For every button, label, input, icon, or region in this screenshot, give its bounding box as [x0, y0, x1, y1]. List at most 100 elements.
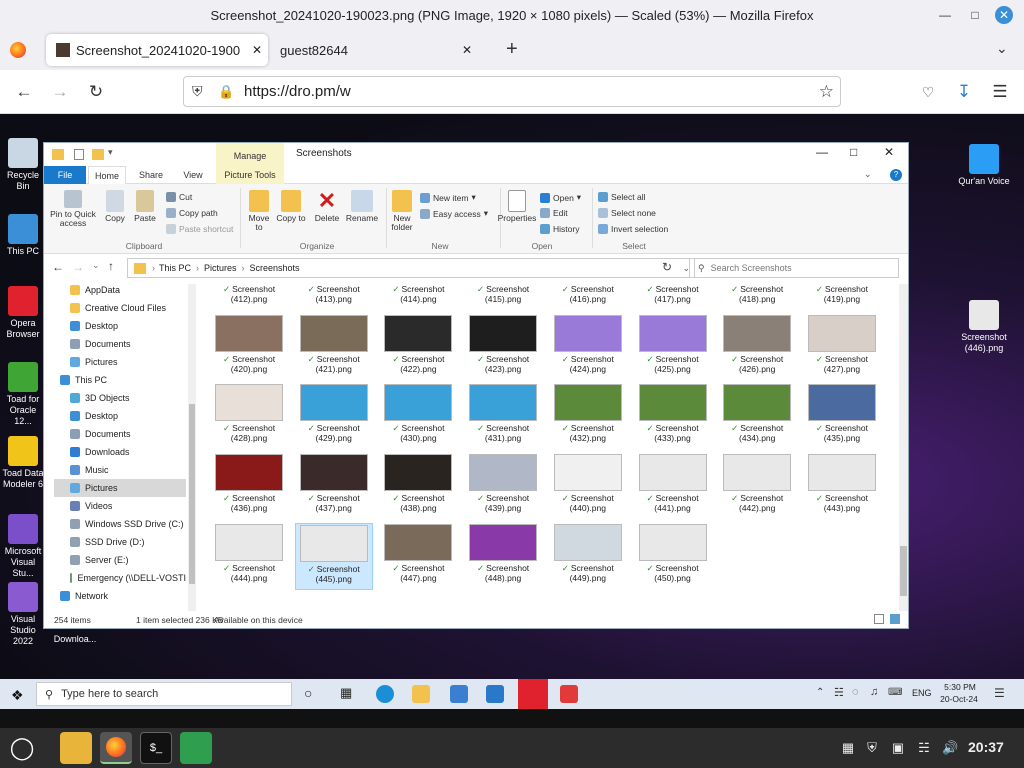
cut-button[interactable]: Cut [166, 192, 192, 202]
terminal-launcher-icon[interactable]: $_ [140, 732, 172, 764]
easy-access-button[interactable]: Easy access ▾ [420, 208, 488, 219]
open-button[interactable]: Open ▾ [540, 192, 581, 203]
desktop-icon[interactable]: Toad Data Modeler 6 [0, 436, 46, 490]
notes-tray-icon[interactable]: ▦ [840, 740, 856, 756]
network-tray-icon[interactable]: ☵ [916, 740, 932, 756]
copy-path-button[interactable]: Copy path [166, 208, 218, 218]
file-item[interactable]: ✓ Screenshot (424).png [549, 314, 627, 381]
large-icons-view-icon[interactable] [890, 614, 900, 624]
file-item[interactable]: ✓ Screenshot (412).png [210, 284, 288, 311]
select-all-button[interactable]: Select all [598, 192, 646, 202]
file-item[interactable]: ✓ Screenshot (430).png [379, 383, 457, 450]
manage-context-tab[interactable]: Manage [216, 143, 284, 166]
shield-launcher-icon[interactable] [180, 732, 212, 764]
list-tabs-chevron-icon[interactable]: ⌄ [996, 40, 1008, 57]
search-placeholder[interactable]: Search Screenshots [711, 263, 792, 273]
file-item[interactable]: ✓ Screenshot (434).png [718, 383, 796, 450]
desktop-icon[interactable]: Toad for Oracle 12... [0, 362, 46, 427]
back-arrow-icon[interactable]: ← [52, 260, 64, 274]
ribbon-tab-file[interactable]: File [44, 166, 86, 184]
desktop-icon[interactable]: Recycle Bin [0, 138, 46, 192]
navigation-scrollbar[interactable] [188, 284, 196, 611]
updates-tray-icon[interactable]: ▣ [890, 740, 906, 756]
tab-guest[interactable]: guest82644 ✕ [272, 34, 494, 66]
file-item[interactable]: ✓ Screenshot (435).png [803, 383, 881, 450]
nav-item[interactable]: 3D Objects [54, 389, 186, 407]
paste-shortcut-button[interactable]: Paste shortcut [166, 224, 233, 234]
file-item[interactable]: ✓ Screenshot (420).png [210, 314, 288, 381]
file-item[interactable]: ✓ Screenshot (431).png [464, 383, 542, 450]
invert-selection-button[interactable]: Invert selection [598, 224, 668, 234]
file-item[interactable]: ✓ Screenshot (433).png [634, 383, 712, 450]
show-hidden-icons-icon[interactable]: ⌃ [816, 687, 824, 698]
file-item[interactable]: ✓ Screenshot (429).png [295, 383, 373, 450]
firefox-launcher-icon[interactable] [100, 732, 132, 764]
menu-hamburger-icon[interactable]: ☰ [988, 80, 1012, 104]
details-view-icon[interactable] [874, 614, 884, 624]
back-button[interactable]: ← [12, 80, 36, 104]
properties-quick-icon[interactable] [74, 149, 84, 160]
volume-tray-icon[interactable]: 🔊 [942, 740, 958, 756]
nav-item[interactable]: Network [54, 587, 186, 605]
file-item[interactable]: ✓ Screenshot (437).png [295, 453, 373, 520]
desktop-icon[interactable]: Screenshot (446).png [952, 300, 1016, 354]
nav-item[interactable]: This PC [54, 371, 186, 389]
explorer-maximize-button[interactable]: □ [850, 145, 857, 159]
edit-button[interactable]: Edit [540, 208, 568, 218]
files-launcher-icon[interactable] [60, 732, 92, 764]
up-arrow-icon[interactable]: ↑ [108, 259, 114, 273]
pocket-icon[interactable]: ♡ [916, 80, 940, 104]
maximize-button[interactable]: □ [966, 6, 984, 24]
nav-item[interactable]: Music [54, 461, 186, 479]
ribbon-collapse-icon[interactable]: ⌄ [864, 169, 872, 180]
quick-access-dropdown-icon[interactable]: ▾ [108, 147, 113, 158]
file-item[interactable]: ✓ Screenshot (419).png [803, 284, 881, 311]
nav-item[interactable]: Documents [54, 425, 186, 443]
edge-icon[interactable] [376, 685, 394, 703]
nav-item[interactable]: Emergency (\\DELL-VOSTI [54, 569, 186, 587]
desktop-icon[interactable]: Opera Browser [0, 286, 46, 340]
minimize-button[interactable]: — [936, 6, 954, 24]
file-item[interactable]: ✓ Screenshot (422).png [379, 314, 457, 381]
breadcrumb-this-pc[interactable]: This PC [159, 263, 191, 273]
file-item[interactable]: ✓ Screenshot (444).png [210, 523, 288, 590]
explorer-close-button[interactable]: ✕ [884, 145, 894, 159]
taskbar-time[interactable]: 5:30 PM [940, 682, 980, 692]
anydesk-icon[interactable] [560, 685, 578, 703]
bookmark-star-icon[interactable]: ☆ [819, 82, 834, 102]
copy-to-button[interactable]: Copy to [276, 190, 306, 223]
new-tab-button[interactable]: + [506, 38, 518, 61]
navigation-scroll-thumb[interactable] [189, 404, 195, 584]
file-item[interactable]: ✓ Screenshot (447).png [379, 523, 457, 590]
file-item[interactable]: ✓ Screenshot (445).png [294, 522, 373, 590]
file-item[interactable]: ✓ Screenshot (441).png [634, 453, 712, 520]
file-item[interactable]: ✓ Screenshot (426).png [718, 314, 796, 381]
file-item[interactable]: ✓ Screenshot (418).png [718, 284, 796, 311]
file-grid-scrollbar[interactable] [899, 284, 908, 611]
file-item[interactable]: ✓ Screenshot (413).png [295, 284, 373, 311]
volume-icon[interactable]: ♫ [870, 686, 878, 698]
desktop-icon[interactable]: Qur'an Voice [952, 144, 1016, 187]
mail-icon[interactable] [486, 685, 504, 703]
nav-item[interactable]: Documents [54, 335, 186, 353]
file-item[interactable]: ✓ Screenshot (421).png [295, 314, 373, 381]
notifications-icon[interactable]: ☰ [994, 686, 1005, 700]
mint-menu-icon[interactable]: ◯ [6, 732, 38, 764]
help-icon[interactable]: ? [890, 169, 902, 181]
keyboard-icon[interactable]: ⌨ [888, 687, 902, 698]
file-item[interactable]: ✓ Screenshot (442).png [718, 453, 796, 520]
breadcrumb-screenshots[interactable]: Screenshots [250, 263, 300, 273]
search-box[interactable]: ⚲ Search Screenshots [689, 258, 899, 278]
nav-item[interactable]: AppData [54, 284, 186, 299]
file-item[interactable]: ✓ Screenshot (417).png [634, 284, 712, 311]
breadcrumb-pictures[interactable]: Pictures [204, 263, 237, 273]
language-indicator[interactable]: ENG [912, 688, 932, 698]
nav-item[interactable]: Pictures [54, 353, 186, 371]
nav-item[interactable]: Videos [54, 497, 186, 515]
url-text[interactable]: https://dro.pm/w [244, 83, 351, 100]
new-item-button[interactable]: New item ▾ [420, 192, 476, 203]
reload-button[interactable]: ↻ [84, 80, 108, 104]
shield-tray-icon[interactable]: ⛨ [864, 740, 880, 756]
ribbon-tab-home[interactable]: Home [88, 166, 126, 184]
firefox-menu-icon[interactable] [10, 42, 26, 58]
